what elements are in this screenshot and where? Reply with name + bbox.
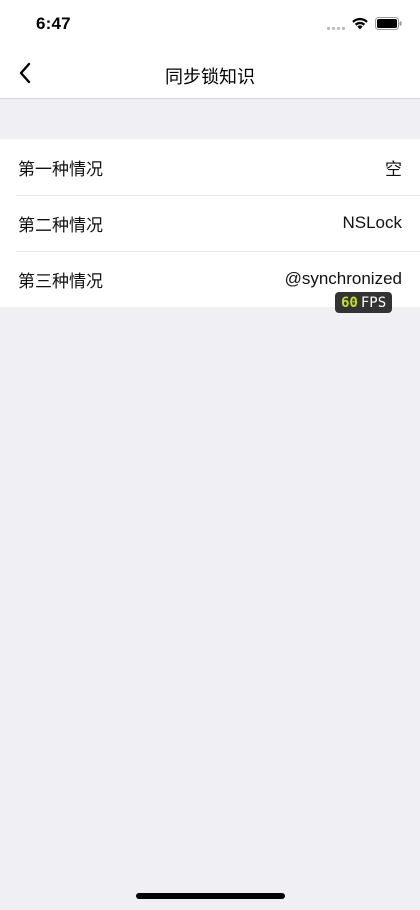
page-title: 同步锁知识 xyxy=(165,67,255,87)
fps-label: FPS xyxy=(360,294,387,311)
list-item-value: 空 xyxy=(385,159,402,179)
list-item-case-two[interactable]: 第二种情况 NSLock xyxy=(0,195,420,251)
list-item-title: 第一种情况 xyxy=(18,159,103,179)
battery-icon xyxy=(375,17,402,30)
status-time: 6:47 xyxy=(36,14,71,33)
list-item-title: 第二种情况 xyxy=(18,215,103,235)
list-item-value: NSLock xyxy=(342,213,402,232)
list-item-value: @synchronized xyxy=(284,269,402,288)
navigation-bar: 同步锁知识 xyxy=(0,48,420,99)
list-item-title: 第三种情况 xyxy=(18,271,103,291)
list-item-case-one[interactable]: 第一种情况 空 xyxy=(0,139,420,195)
wifi-icon xyxy=(352,17,368,30)
settings-list: 第一种情况 空 第二种情况 NSLock 第三种情况 @synchronized xyxy=(0,139,420,307)
screen: 6:47 同步锁知识 第一种情况 空 第二种情况 NSLock 第三种情况 @s… xyxy=(0,0,420,910)
home-indicator[interactable] xyxy=(136,893,285,899)
fps-badge: 60 FPS xyxy=(335,292,393,313)
status-indicators xyxy=(327,17,402,30)
cellular-dots-icon xyxy=(327,18,345,30)
fps-value: 60 xyxy=(341,294,358,311)
status-bar: 6:47 xyxy=(0,0,420,48)
